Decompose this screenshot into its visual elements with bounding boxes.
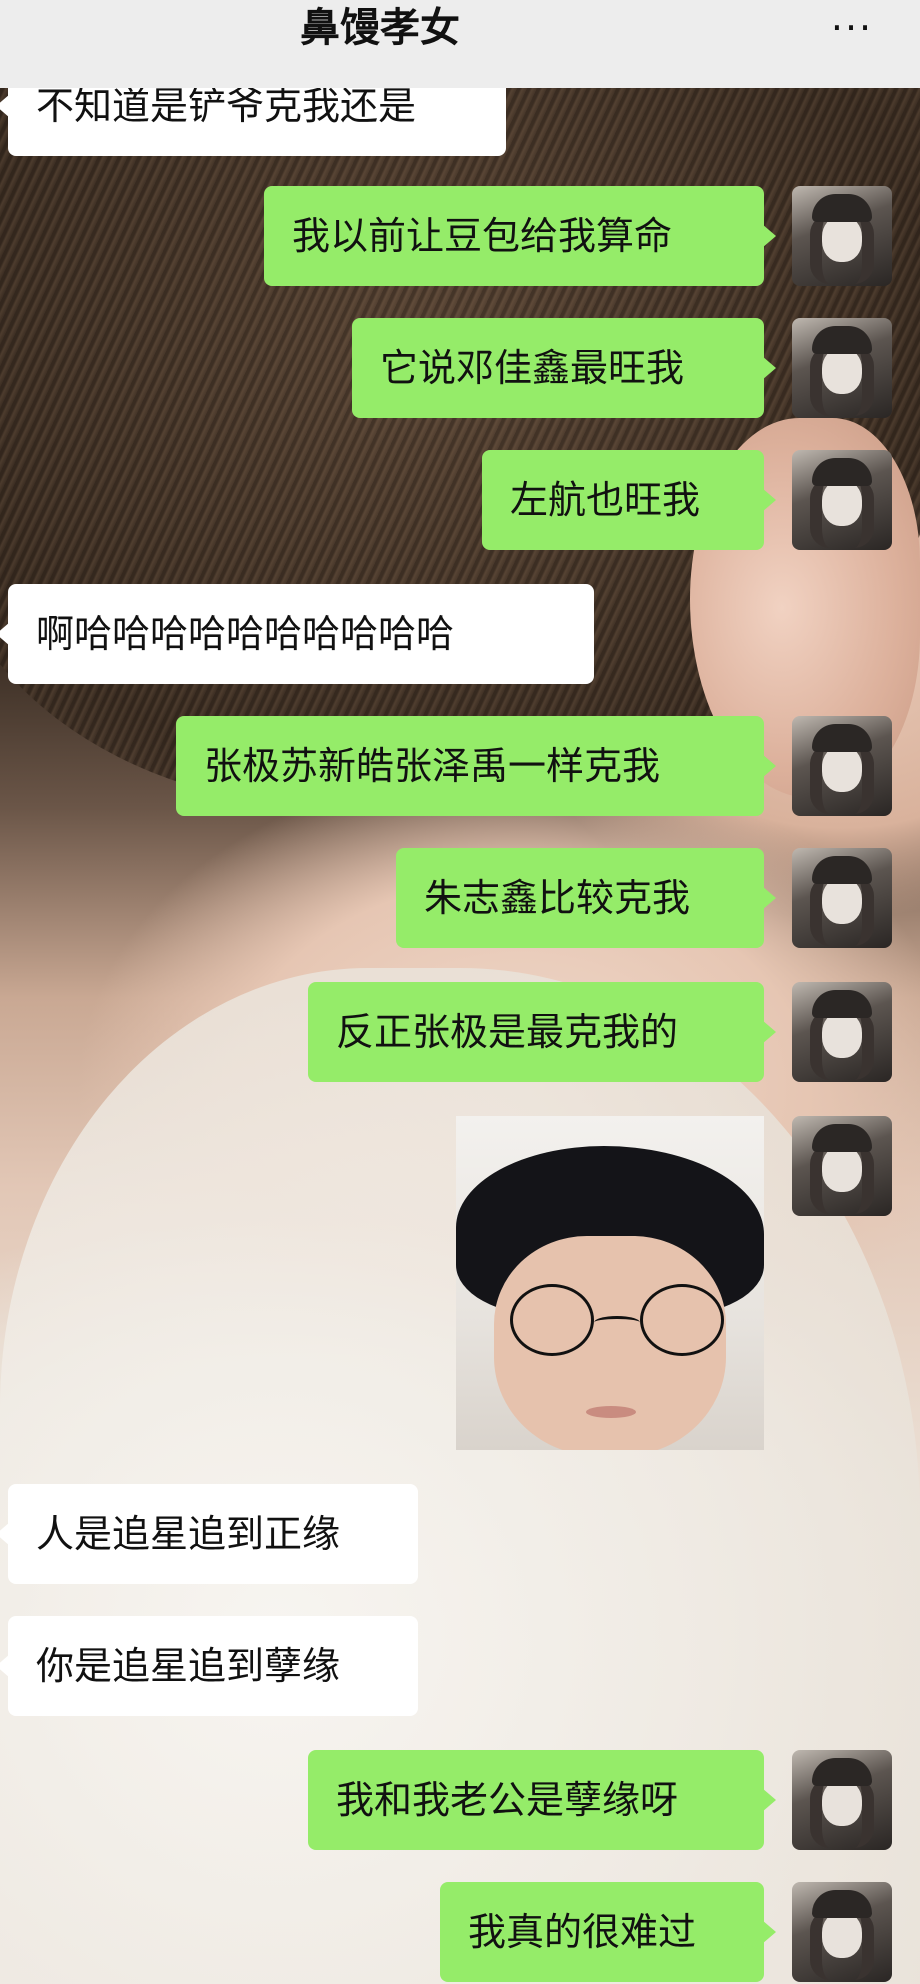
message-text: 我真的很难过	[468, 1910, 697, 1954]
message-text: 不知道是铲爷克我还是	[36, 84, 417, 128]
message-text: 反正张极是最克我的	[336, 1010, 679, 1054]
message-text: 张极苏新皓张泽禹一样克我	[204, 744, 661, 788]
avatar[interactable]	[792, 1882, 892, 1982]
avatar[interactable]	[792, 848, 892, 948]
avatar[interactable]	[792, 1750, 892, 1850]
avatar[interactable]	[792, 1116, 892, 1216]
avatar[interactable]	[792, 982, 892, 1082]
avatar[interactable]	[792, 318, 892, 418]
message-text: 我以前让豆包给我算命	[292, 214, 673, 258]
message-bubble-incoming[interactable]: 啊哈哈哈哈哈哈哈哈哈哈	[0, 584, 594, 684]
chat-header: 鼻馒孝女 ···	[0, 0, 920, 88]
message-text: 我和我老公是孽缘呀	[336, 1778, 679, 1822]
avatar[interactable]	[792, 716, 892, 816]
message-bubble-outgoing[interactable]: 我以前让豆包给我算命	[264, 186, 776, 286]
message-bubble-outgoing[interactable]: 朱志鑫比较克我	[396, 848, 776, 948]
avatar[interactable]	[792, 450, 892, 550]
message-bubble-outgoing[interactable]: 我和我老公是孽缘呀	[308, 1750, 776, 1850]
message-text: 朱志鑫比较克我	[424, 876, 691, 920]
image-message-sticker-photo[interactable]	[456, 1116, 764, 1450]
message-text: 啊哈哈哈哈哈哈哈哈哈哈	[36, 612, 455, 656]
message-bubble-outgoing[interactable]: 左航也旺我	[482, 450, 776, 550]
message-bubble-incoming[interactable]: 人是追星追到正缘	[0, 1484, 418, 1584]
message-bubble-outgoing[interactable]: 它说邓佳鑫最旺我	[352, 318, 776, 418]
chat-title: 鼻馒孝女	[300, 5, 460, 51]
message-bubble-outgoing[interactable]: 张极苏新皓张泽禹一样克我	[176, 716, 776, 816]
message-text: 你是追星追到孽缘	[36, 1644, 341, 1688]
more-dots-icon[interactable]: ···	[812, 4, 892, 52]
message-text: 人是追星追到正缘	[36, 1512, 341, 1556]
message-bubble-outgoing[interactable]: 我真的很难过	[440, 1882, 776, 1982]
message-text: 左航也旺我	[510, 478, 701, 522]
message-text: 它说邓佳鑫最旺我	[380, 346, 685, 390]
avatar[interactable]	[792, 186, 892, 286]
message-bubble-incoming[interactable]: 你是追星追到孽缘	[0, 1616, 418, 1716]
message-bubble-outgoing[interactable]: 反正张极是最克我的	[308, 982, 776, 1082]
